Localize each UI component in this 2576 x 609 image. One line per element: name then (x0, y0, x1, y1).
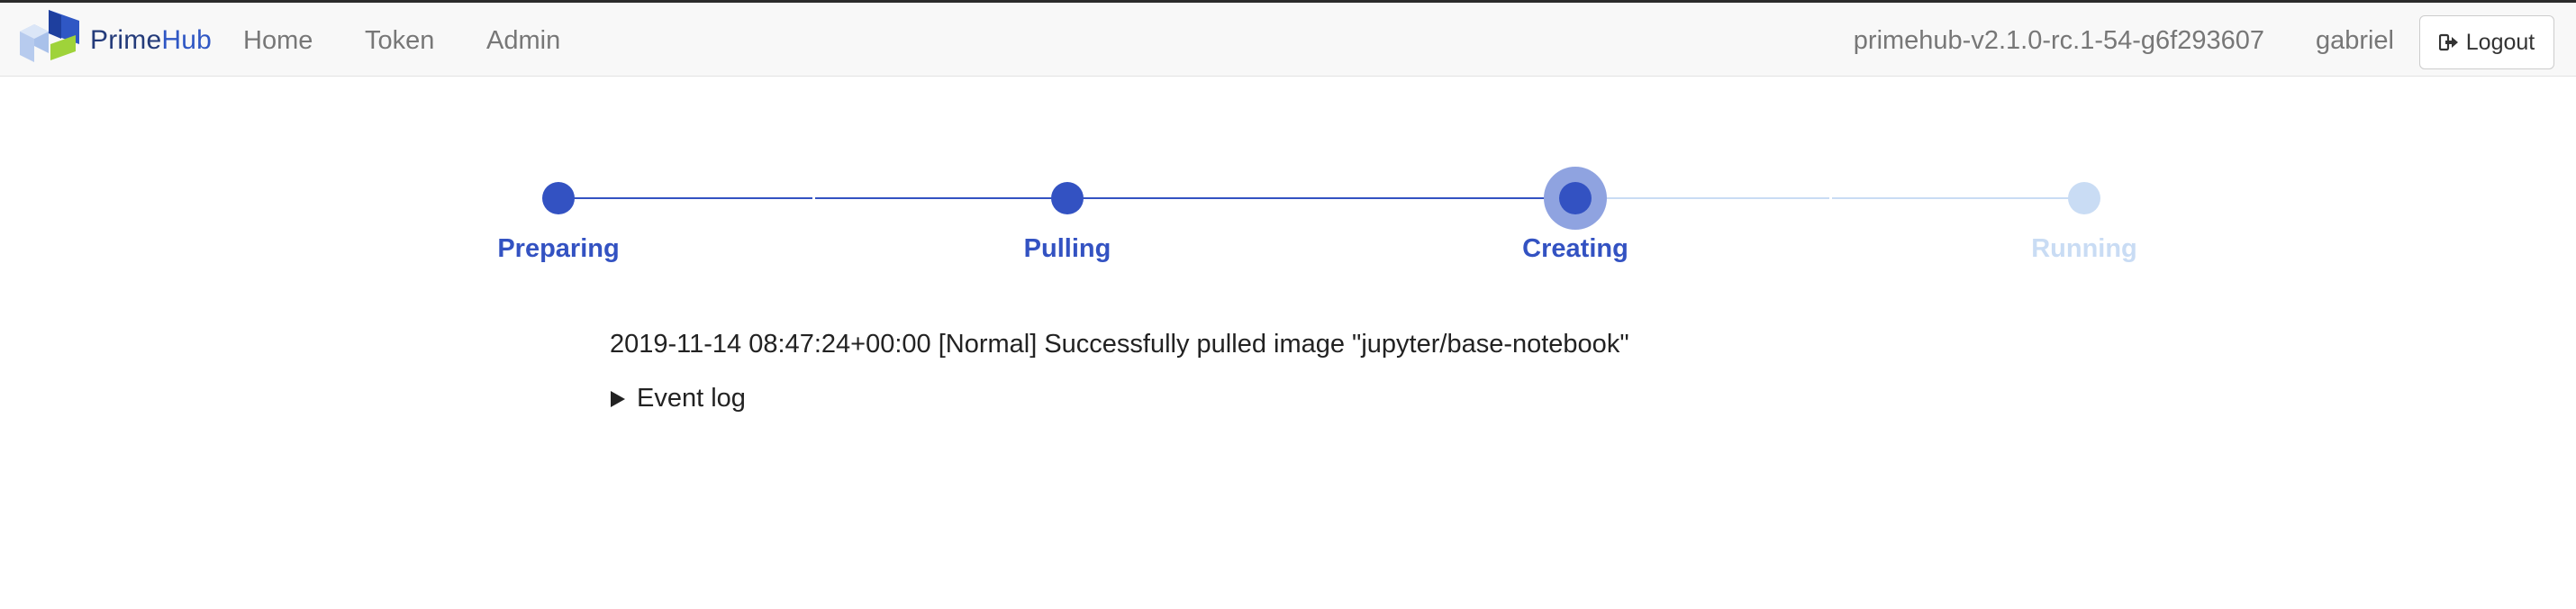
connector-creating (1575, 197, 1830, 199)
connector-pulling-creating (1067, 197, 1575, 199)
event-log-toggle[interactable]: Event log (610, 384, 746, 414)
step-label-creating: Creating (1522, 234, 1628, 263)
event-log-label: Event log (637, 384, 746, 413)
progress-stepper: Preparing Pulling Creating Running (0, 0, 2576, 288)
disclosure-triangle-icon (610, 390, 626, 408)
connector-creating-running (1832, 197, 2084, 199)
connector-preparing (558, 197, 813, 199)
connector-preparing-pulling (815, 197, 1067, 199)
step-dot-running (2068, 182, 2100, 214)
step-label-running: Running (2031, 234, 2137, 263)
step-dot-preparing (542, 182, 575, 214)
step-dot-pulling (1051, 182, 1084, 214)
step-dot-creating (1559, 182, 1592, 214)
step-label-pulling: Pulling (1023, 234, 1111, 263)
status-message: 2019-11-14 08:47:24+00:00 [Normal] Succe… (610, 330, 1629, 359)
step-label-preparing: Preparing (497, 234, 620, 263)
